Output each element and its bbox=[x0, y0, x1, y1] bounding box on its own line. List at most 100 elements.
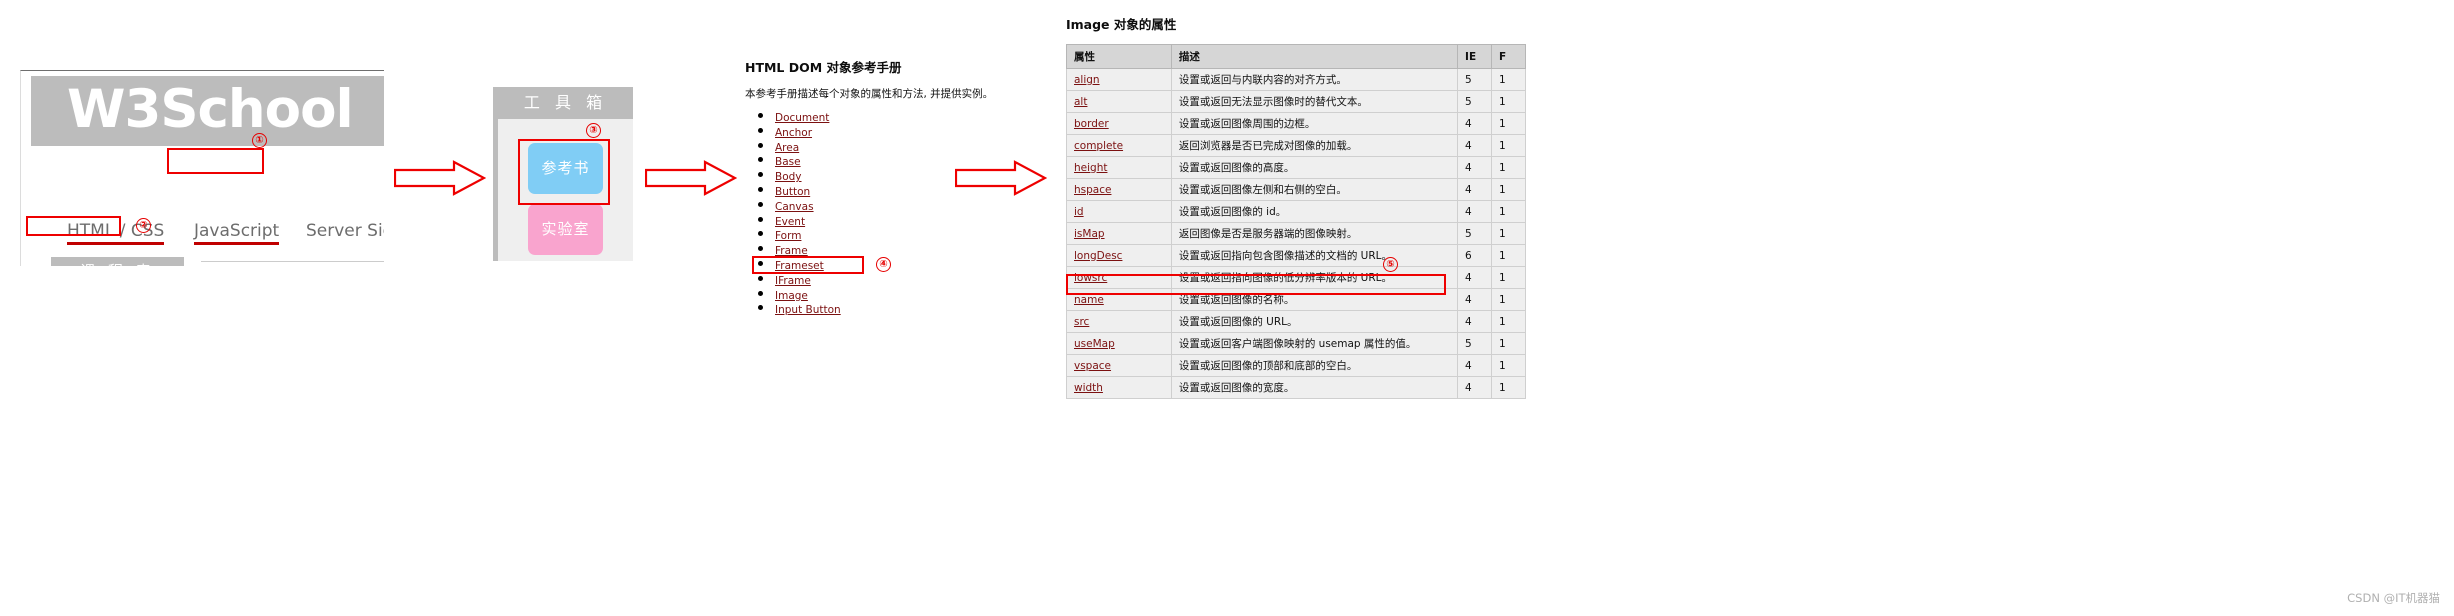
toolbox-panel: 工 具 箱 参考书 实验室 bbox=[493, 87, 633, 261]
cell-firefox: 1 bbox=[1491, 200, 1526, 223]
dom-link-frame: Frame bbox=[775, 245, 808, 258]
cell-ie: 4 bbox=[1457, 354, 1493, 377]
cell-ie: 4 bbox=[1457, 376, 1493, 399]
list-item[interactable]: Canvas bbox=[775, 199, 1055, 214]
dom-link-form: Form bbox=[775, 230, 802, 243]
w3school-logo-banner: W3School bbox=[31, 76, 384, 146]
cell-description: 返回浏览器是否已完成对图像的加载。 bbox=[1170, 134, 1459, 157]
dom-link-document: Document bbox=[775, 112, 830, 124]
cell-firefox: 1 bbox=[1491, 156, 1526, 179]
dom-link-frameset: Frameset bbox=[775, 259, 824, 272]
th-description: 描述 bbox=[1170, 44, 1459, 69]
cell-property[interactable]: width bbox=[1066, 376, 1172, 399]
list-item[interactable]: Frame bbox=[775, 243, 1055, 258]
cell-firefox: 1 bbox=[1491, 376, 1526, 399]
list-item[interactable]: Frameset bbox=[775, 258, 1055, 273]
w3school-page-panel: W3School HTML / CSS JavaScript Server Si… bbox=[20, 70, 384, 266]
tab-server-side[interactable]: Server Side bbox=[306, 221, 384, 245]
table-row: isMap 返回图像是否是服务器端的图像映射。 5 1 bbox=[1066, 222, 1526, 245]
cell-property[interactable]: id bbox=[1066, 200, 1172, 223]
cell-property[interactable]: vspace bbox=[1066, 354, 1172, 377]
dom-link-image: Image bbox=[775, 289, 808, 302]
cell-description: 设置或返回指向图像的低分辨率版本的 URL。 bbox=[1170, 266, 1459, 289]
list-item[interactable]: Form bbox=[775, 228, 1055, 243]
cell-property[interactable]: hspace bbox=[1066, 178, 1172, 201]
tab-javascript-underline bbox=[194, 242, 280, 245]
dom-link-canvas: Canvas bbox=[775, 200, 814, 213]
dom-link-body: Body bbox=[775, 171, 802, 184]
list-item[interactable]: Anchor bbox=[775, 125, 1055, 140]
cell-ie: 4 bbox=[1457, 134, 1493, 157]
table-row: alt 设置或返回无法显示图像时的替代文本。 5 1 bbox=[1066, 90, 1526, 113]
watermark-text: CSDN @IT机器猫 bbox=[2347, 591, 2440, 605]
cell-property[interactable]: align bbox=[1066, 68, 1172, 91]
w3school-logo-text: W3School bbox=[67, 79, 354, 140]
list-item[interactable]: IFrame bbox=[775, 273, 1055, 288]
cell-property[interactable]: name bbox=[1066, 288, 1172, 311]
table-row: height 设置或返回图像的高度。 4 1 bbox=[1066, 156, 1526, 179]
cell-firefox: 1 bbox=[1491, 354, 1526, 377]
cell-firefox: 1 bbox=[1491, 332, 1526, 355]
cell-ie: 4 bbox=[1457, 178, 1493, 201]
toolbox-button-lab[interactable]: 实验室 bbox=[528, 204, 603, 255]
tab-javascript[interactable]: JavaScript bbox=[194, 221, 280, 245]
dom-link-base: Base bbox=[775, 156, 801, 169]
cell-firefox: 1 bbox=[1491, 68, 1526, 91]
dom-link-area: Area bbox=[775, 141, 800, 154]
table-row: vspace 设置或返回图像的顶部和底部的空白。 4 1 bbox=[1066, 354, 1526, 377]
table-row: hspace 设置或返回图像左侧和右侧的空白。 4 1 bbox=[1066, 178, 1526, 201]
cell-property[interactable]: lowsrc bbox=[1066, 266, 1172, 289]
cell-description: 设置或返回图像周围的边框。 bbox=[1170, 112, 1459, 135]
flow-arrow-2 bbox=[645, 160, 737, 196]
property-link: id bbox=[1074, 205, 1084, 218]
image-properties-title: Image 对象的属性 bbox=[1066, 17, 1177, 32]
cell-ie: 4 bbox=[1457, 156, 1493, 179]
table-row: src 设置或返回图像的 URL。 4 1 bbox=[1066, 310, 1526, 333]
content-divider bbox=[201, 261, 384, 262]
tab-javascript-label: JavaScript bbox=[194, 221, 280, 241]
property-link: isMap bbox=[1074, 227, 1105, 240]
cell-ie: 5 bbox=[1457, 68, 1493, 91]
cell-description: 设置或返回与内联内容的对齐方式。 bbox=[1170, 68, 1459, 91]
cell-description: 设置或返回无法显示图像时的替代文本。 bbox=[1170, 90, 1459, 113]
cell-description: 设置或返回图像的名称。 bbox=[1170, 288, 1459, 311]
table-row: name 设置或返回图像的名称。 4 1 bbox=[1066, 288, 1526, 311]
cell-ie: 5 bbox=[1457, 332, 1493, 355]
cell-ie: 4 bbox=[1457, 310, 1493, 333]
cell-property[interactable]: useMap bbox=[1066, 332, 1172, 355]
table-row: align 设置或返回与内联内容的对齐方式。 5 1 bbox=[1066, 68, 1526, 91]
toolbox-button-reference[interactable]: 参考书 bbox=[528, 143, 603, 194]
cell-ie: 4 bbox=[1457, 288, 1493, 311]
annotation-marker-5: ⑤ bbox=[1383, 257, 1398, 272]
cell-property[interactable]: isMap bbox=[1066, 222, 1172, 245]
table-row: longDesc 设置或返回指向包含图像描述的文档的 URL。 6 1 bbox=[1066, 244, 1526, 267]
cell-description: 设置或返回图像的顶部和底部的空白。 bbox=[1170, 354, 1459, 377]
annotation-marker-1: ① bbox=[252, 133, 267, 148]
cell-property[interactable]: complete bbox=[1066, 134, 1172, 157]
table-row: useMap 设置或返回客户端图像映射的 usemap 属性的值。 5 1 bbox=[1066, 332, 1526, 355]
cell-firefox: 1 bbox=[1491, 134, 1526, 157]
annotation-marker-2: ② bbox=[136, 218, 151, 233]
dom-reference-subtitle: 本参考手册描述每个对象的属性和方法, 并提供实例。 bbox=[745, 88, 994, 100]
list-item[interactable]: Image bbox=[775, 288, 1055, 303]
list-item[interactable]: Event bbox=[775, 214, 1055, 229]
list-item[interactable]: Document bbox=[775, 110, 1055, 125]
cell-property[interactable]: border bbox=[1066, 112, 1172, 135]
cell-property[interactable]: alt bbox=[1066, 90, 1172, 113]
course-sidebar-title: 课 程 表 bbox=[51, 257, 184, 266]
th-firefox: F bbox=[1491, 44, 1526, 69]
property-link: longDesc bbox=[1074, 249, 1123, 262]
cell-property[interactable]: longDesc bbox=[1066, 244, 1172, 267]
property-link: align bbox=[1074, 73, 1100, 86]
property-link: alt bbox=[1074, 95, 1088, 108]
flow-arrow-3 bbox=[955, 160, 1047, 196]
list-item[interactable]: Input Button bbox=[775, 302, 1055, 317]
cell-firefox: 1 bbox=[1491, 90, 1526, 113]
cell-property[interactable]: height bbox=[1066, 156, 1172, 179]
property-link: name bbox=[1074, 293, 1104, 306]
cell-firefox: 1 bbox=[1491, 112, 1526, 135]
cell-property[interactable]: src bbox=[1066, 310, 1172, 333]
tab-html-css-underline bbox=[67, 242, 165, 245]
list-item[interactable]: Area bbox=[775, 140, 1055, 155]
property-link: src bbox=[1074, 315, 1090, 328]
